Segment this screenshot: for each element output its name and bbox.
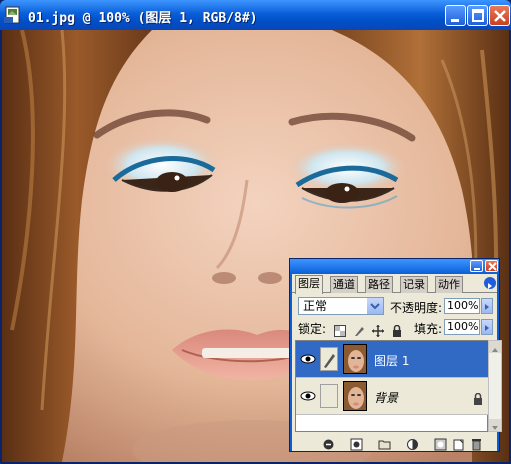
fill-label: 填充:	[414, 322, 443, 336]
blend-opacity-row: 正常 不透明度: 100%	[292, 296, 497, 316]
palette-body: 图层 通道 路径 记录 动作 正常 不透明度: 100% 锁定: 填充: 100…	[292, 274, 502, 451]
brush-icon	[320, 347, 338, 371]
maximize-button[interactable]	[467, 5, 488, 26]
lock-label: 锁定:	[298, 322, 327, 336]
layer-thumbnail	[343, 344, 367, 374]
layer-thumbnail	[343, 381, 367, 411]
tab-actions[interactable]: 动作	[435, 276, 463, 293]
eye-icon[interactable]	[298, 384, 318, 408]
blend-mode-value: 正常	[303, 299, 328, 313]
layer-name: 背景	[374, 391, 399, 405]
lock-transparency-icon[interactable]	[334, 322, 346, 337]
lock-move-icon[interactable]	[372, 322, 384, 337]
palette-minimize-button[interactable]	[470, 260, 483, 272]
lock-icon	[473, 390, 483, 405]
opacity-slider-arrow-icon[interactable]	[481, 298, 493, 314]
tab-paths[interactable]: 路径	[365, 276, 393, 293]
scroll-down-icon[interactable]	[489, 419, 501, 431]
empty-link-cell	[320, 384, 338, 408]
palette-close-button[interactable]	[485, 260, 498, 272]
minimize-icon	[451, 19, 459, 22]
fill-slider-arrow-icon[interactable]	[481, 319, 493, 335]
lock-paint-icon[interactable]	[353, 322, 365, 336]
tab-history[interactable]: 记录	[400, 276, 428, 293]
title-bar[interactable]: 01.jpg @ 100% (图层 1, RGB/8#)	[0, 0, 511, 30]
photoshop-document-icon	[4, 6, 22, 24]
opacity-label: 不透明度:	[390, 301, 443, 315]
close-button[interactable]	[489, 5, 510, 26]
tab-channels[interactable]: 通道	[330, 276, 358, 293]
link-layers-icon[interactable]	[322, 436, 335, 450]
add-layer-style-icon[interactable]	[350, 436, 363, 451]
close-icon	[488, 262, 497, 271]
new-group-icon[interactable]	[378, 436, 391, 450]
layers-palette: 图层 通道 路径 记录 动作 正常 不透明度: 100% 锁定: 填充: 100…	[289, 258, 502, 452]
minimize-icon	[474, 268, 480, 270]
close-icon	[494, 10, 506, 22]
minimize-button[interactable]	[445, 5, 466, 26]
tab-layers[interactable]: 图层	[295, 275, 323, 294]
opacity-input[interactable]: 100%	[444, 298, 480, 314]
blend-mode-select[interactable]: 正常	[298, 297, 384, 315]
add-mask-icon[interactable]	[434, 436, 447, 451]
layer-row[interactable]: 图层 1	[296, 341, 489, 378]
eye-icon[interactable]	[298, 347, 318, 371]
layers-scrollbar[interactable]	[488, 340, 502, 432]
layer-row[interactable]: 背景	[296, 378, 489, 415]
layer-name: 图层 1	[374, 354, 410, 368]
layers-list: 图层 1 背景	[295, 340, 489, 432]
layers-footer	[292, 434, 497, 451]
palette-title-bar[interactable]	[290, 259, 499, 274]
fill-input[interactable]: 100%	[444, 319, 480, 335]
delete-layer-icon[interactable]	[470, 436, 483, 451]
window-title: 01.jpg @ 100% (图层 1, RGB/8#)	[28, 11, 258, 26]
lock-all-icon[interactable]	[391, 322, 403, 337]
new-adjustment-layer-icon[interactable]	[406, 436, 419, 450]
chevron-down-icon[interactable]	[367, 298, 383, 314]
palette-tabs: 图层 通道 路径 记录 动作	[292, 274, 497, 294]
new-layer-icon[interactable]	[452, 436, 465, 451]
palette-menu-arrow-icon[interactable]	[484, 277, 496, 289]
scroll-up-icon[interactable]	[489, 341, 501, 353]
maximize-icon	[472, 9, 484, 22]
